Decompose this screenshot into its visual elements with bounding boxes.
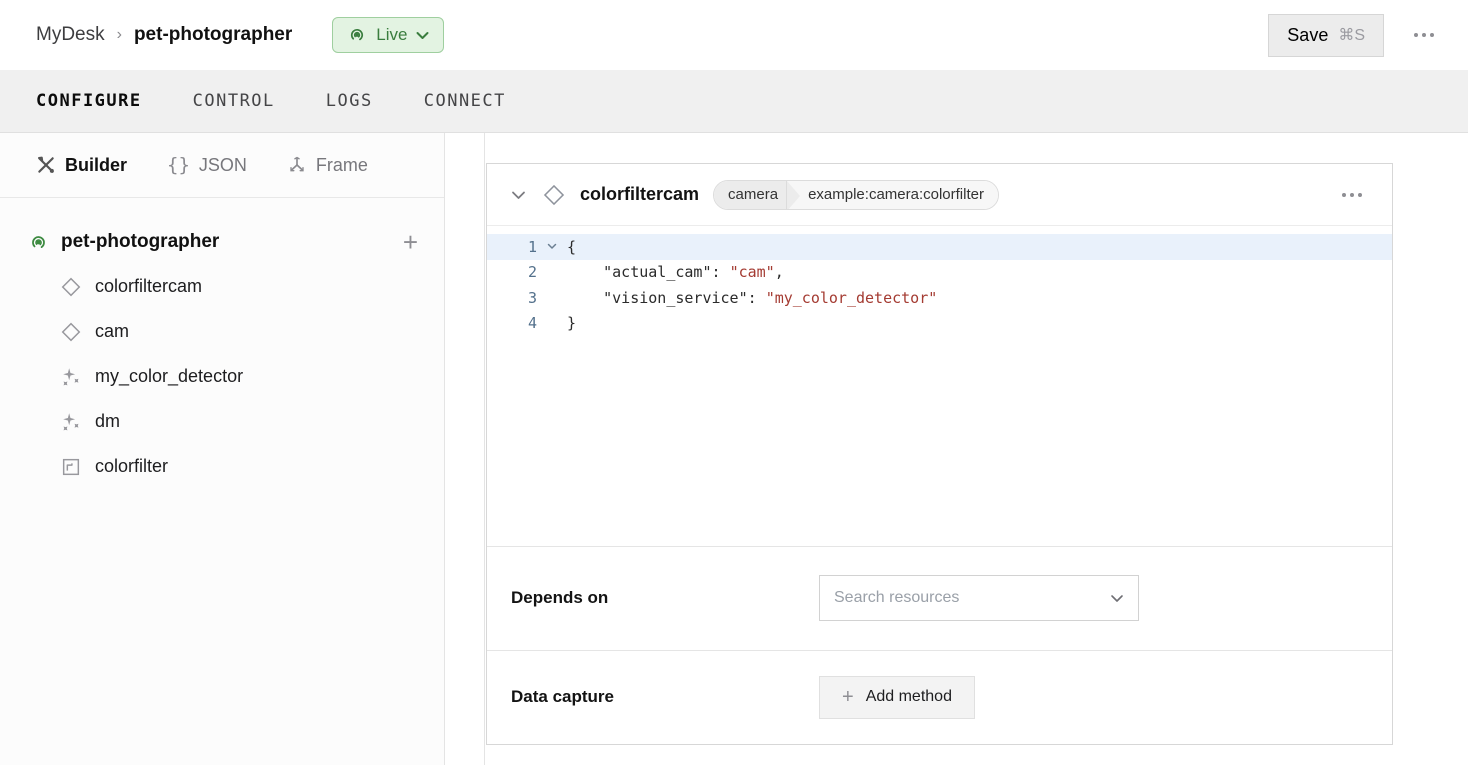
editor-line[interactable]: 4 } [487,311,1392,337]
breadcrumb-separator: › [117,26,122,44]
module-icon [60,456,82,478]
line-number: 1 [487,238,537,256]
line-number: 2 [487,263,537,281]
resource-type-badge: camera example:camera:colorfilter [713,180,999,210]
add-method-label: Add method [866,688,952,706]
braces-icon: {} [167,154,190,176]
config-sidebar: Builder {} JSON Frame [0,133,445,765]
line-number: 4 [487,314,537,332]
save-shortcut-hint: ⌘S [1338,25,1365,45]
app-header: MyDesk › pet-photographer Live Save ⌘S [0,0,1468,70]
sparkles-icon [60,411,82,433]
view-toggle-json[interactable]: {} JSON [167,154,247,176]
tab-logs[interactable]: LOGS [326,91,373,111]
add-resource-button[interactable]: + [403,229,418,255]
data-capture-label: Data capture [511,687,819,707]
sidebar-item-dm[interactable]: dm [0,399,444,444]
editor-line[interactable]: 3 "vision_service": "my_color_detector" [487,285,1392,311]
attributes-json-editor[interactable]: 1 { 2 "actual_cam": "cam", 3 [487,226,1392,546]
sidebar-item-colorfilter[interactable]: colorfilter [0,444,444,489]
fold-chevron-icon[interactable] [537,243,567,250]
sidebar-item-my-color-detector[interactable]: my_color_detector [0,354,444,399]
view-toggle-frame-label: Frame [316,155,368,176]
diamond-icon [542,183,566,207]
main-panel: colorfiltercam camera example:camera:col… [445,133,1468,765]
tab-bar: CONFIGURE CONTROL LOGS CONNECT [0,70,1468,133]
tree-item-label: cam [95,321,129,342]
tools-icon [36,155,56,175]
panel-divider [484,133,485,765]
save-label: Save [1287,25,1328,46]
data-capture-section: Data capture + Add method [487,650,1392,744]
code-text: "actual_cam": "cam", [567,263,784,281]
live-status-dropdown[interactable]: Live [332,17,444,53]
collapse-chevron-icon[interactable] [511,190,526,200]
depends-on-select[interactable] [819,575,1139,621]
machine-row[interactable]: pet-photographer + [0,220,444,264]
live-label: Live [376,25,407,45]
card-overflow-menu-icon[interactable] [1336,187,1368,203]
plus-icon: + [842,687,854,707]
editor-line[interactable]: 2 "actual_cam": "cam", [487,260,1392,286]
card-title: colorfiltercam [580,184,699,205]
resource-tree: pet-photographer + colorfiltercam cam [0,198,444,489]
badge-divider [786,181,800,209]
code-text: "vision_service": "my_color_detector" [567,289,937,307]
add-method-button[interactable]: + Add method [819,676,975,719]
code-text: { [567,238,576,256]
badge-model: example:camera:colorfilter [800,181,998,209]
chevron-down-icon [416,31,429,40]
sidebar-item-colorfiltercam[interactable]: colorfiltercam [0,264,444,309]
tree-item-label: colorfiltercam [95,276,202,297]
resource-card-colorfiltercam: colorfiltercam camera example:camera:col… [486,163,1393,745]
frame-axes-icon [287,155,307,175]
chevron-down-icon [1110,594,1124,603]
search-resources-input[interactable] [834,589,1110,607]
editor-line[interactable]: 1 { [487,234,1392,260]
tab-configure[interactable]: CONFIGURE [36,91,142,111]
breadcrumb-parent-link[interactable]: MyDesk [36,24,105,46]
view-toggle-frame[interactable]: Frame [287,155,368,176]
save-button[interactable]: Save ⌘S [1268,14,1384,57]
machine-name: pet-photographer [61,231,219,253]
tree-item-label: dm [95,411,120,432]
diamond-icon [60,321,82,343]
depends-on-section: Depends on [487,546,1392,650]
card-header: colorfiltercam camera example:camera:col… [487,164,1392,226]
view-toggle-json-label: JSON [199,155,247,176]
depends-on-label: Depends on [511,588,819,608]
machine-antenna-icon [28,232,49,253]
tab-connect[interactable]: CONNECT [424,91,506,111]
antenna-icon [347,25,367,45]
view-toggle-builder-label: Builder [65,155,127,176]
sidebar-item-cam[interactable]: cam [0,309,444,354]
tab-control[interactable]: CONTROL [193,91,275,111]
tree-item-label: colorfilter [95,456,168,477]
breadcrumb: MyDesk › pet-photographer [36,24,292,46]
view-mode-toggle: Builder {} JSON Frame [0,133,444,198]
badge-type: camera [714,181,786,209]
breadcrumb-current: pet-photographer [134,24,292,46]
diamond-icon [60,276,82,298]
header-overflow-menu-icon[interactable] [1408,27,1440,43]
tree-item-label: my_color_detector [95,366,243,387]
sparkles-icon [60,366,82,388]
view-toggle-builder[interactable]: Builder [36,155,127,176]
code-text: } [567,314,576,332]
line-number: 3 [487,289,537,307]
